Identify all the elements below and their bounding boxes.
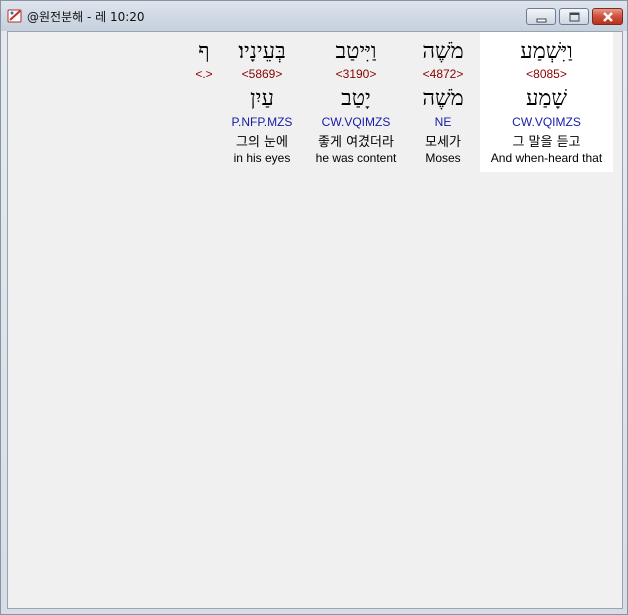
app-icon	[7, 8, 23, 24]
korean-gloss: 좋게 여겼더라	[318, 135, 394, 150]
english-gloss: he was content	[315, 151, 397, 165]
korean-gloss: 모세가	[425, 135, 461, 150]
maximize-icon	[569, 12, 580, 22]
minimize-icon	[536, 18, 547, 23]
strong-number[interactable]: <8085>	[480, 67, 613, 81]
english-gloss: And when-heard that	[490, 151, 603, 165]
app-window: @원전분해 - 레 10:20 וַיִּשְׁמַע <8085> שָׁמַ…	[0, 0, 628, 615]
parsing-code: P.NFP.MZS	[231, 115, 293, 129]
hebrew-lemma: יָטַב	[341, 86, 371, 111]
hebrew-lemma: מֹשֶׁה	[422, 86, 464, 111]
hebrew-word: וַיִּיטַב	[335, 39, 377, 64]
close-button[interactable]	[592, 8, 623, 25]
close-icon	[603, 12, 613, 22]
hebrew-word: מֹשֶׁה	[422, 39, 464, 64]
minimize-button[interactable]	[526, 8, 556, 25]
maximize-button[interactable]	[559, 8, 589, 25]
parsing-code: CW.VQIMZS	[321, 115, 391, 129]
korean-gloss: 그 말을 듣고	[512, 135, 581, 150]
strong-number[interactable]: <.>	[188, 67, 220, 81]
window-title: @원전분해 - 레 10:20	[27, 10, 145, 24]
hebrew-word: בְּעֵינָיו׃	[238, 39, 286, 64]
korean-gloss: 그의 눈에	[236, 135, 288, 150]
hebrew-lemma: שָׁמַע	[525, 86, 568, 111]
parsing-code: CW.VQIMZS	[512, 115, 581, 129]
hebrew-lemma: עַיִן	[250, 86, 274, 111]
parsing-code: NE	[434, 115, 452, 129]
strong-number[interactable]: <3190>	[304, 67, 408, 81]
interlinear-pane[interactable]: וַיִּשְׁמַע <8085> שָׁמַע CW.VQIMZS 그 말을…	[7, 31, 623, 609]
english-gloss: in his eyes	[233, 151, 291, 165]
title-bar[interactable]: @원전분해 - 레 10:20	[1, 1, 627, 31]
english-gloss: Moses	[425, 151, 461, 165]
strong-number[interactable]: <5869>	[222, 67, 302, 81]
hebrew-word: ף	[198, 39, 210, 64]
hebrew-word: וַיִּשְׁמַע	[520, 39, 573, 64]
strong-number[interactable]: <4872>	[408, 67, 478, 81]
